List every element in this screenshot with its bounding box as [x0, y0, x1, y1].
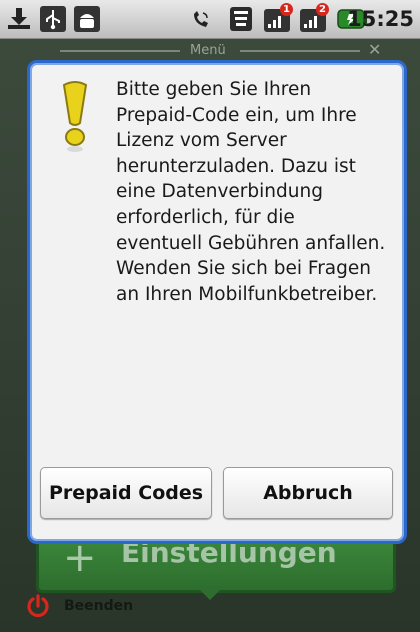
notification-badge: 1	[280, 3, 293, 16]
clock: 15:25	[347, 7, 414, 31]
menu-label: Menü	[190, 43, 226, 58]
close-icon[interactable]: ✕	[368, 40, 381, 59]
divider	[60, 50, 180, 52]
download-icon	[8, 8, 30, 29]
dialog-message: Bitte geben Sie Ihren Prepaid-Code ein, …	[116, 79, 386, 305]
license-dialog: Bitte geben Sie Ihren Prepaid-Code ein, …	[27, 60, 407, 544]
warning-icon	[62, 81, 88, 152]
divider	[240, 50, 360, 52]
tile-pointer	[196, 586, 224, 600]
plus-icon: +	[63, 535, 97, 581]
phone-icon	[194, 11, 208, 27]
power-icon[interactable]	[26, 594, 50, 618]
quit-label[interactable]: Beenden	[64, 598, 133, 614]
wifi-icon	[230, 7, 252, 31]
notification-badge: 2	[316, 3, 329, 16]
status-bar: 1 2 15:25	[0, 0, 420, 39]
cancel-button[interactable]: Abbruch	[223, 467, 393, 519]
prepaid-codes-button[interactable]: Prepaid Codes	[40, 467, 212, 519]
android-icon	[74, 6, 100, 32]
usb-icon	[40, 6, 66, 32]
